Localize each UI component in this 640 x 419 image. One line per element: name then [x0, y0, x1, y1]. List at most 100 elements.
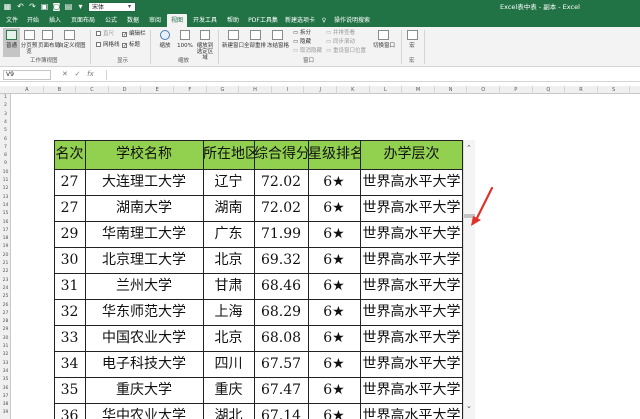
row-header[interactable]: 18 — [0, 235, 11, 243]
row-header[interactable]: 34 — [0, 368, 11, 376]
new-window-icon[interactable] — [228, 30, 239, 40]
scroll-down-icon[interactable]: ⌄ — [466, 402, 472, 410]
fx-icon[interactable]: fx — [87, 70, 94, 78]
page-layout-icon[interactable] — [42, 30, 53, 40]
row-header[interactable]: 4 — [0, 119, 11, 127]
macro-button[interactable]: 宏 — [403, 43, 421, 49]
enter-icon[interactable]: ✓ — [75, 70, 81, 78]
column-header[interactable]: F — [174, 86, 207, 94]
row-header[interactable]: 7 — [0, 144, 11, 152]
row-header[interactable]: 8 — [0, 152, 11, 160]
redo-icon[interactable]: ↷ — [28, 2, 37, 11]
row-header[interactable]: 12 — [0, 185, 11, 193]
tab-file[interactable]: 文件 — [4, 14, 20, 27]
row-header[interactable]: 25 — [0, 293, 11, 301]
row-header[interactable]: 38 — [0, 401, 11, 409]
tab-formulas[interactable]: 公式 — [102, 14, 120, 27]
column-header[interactable]: H — [239, 86, 272, 94]
unhide-button[interactable]: ▭ 取消隐藏 — [293, 48, 322, 54]
row-header[interactable]: 3 — [0, 111, 11, 119]
formula-bar-checkbox[interactable]: ✓ 编辑栏 — [122, 31, 146, 38]
column-header[interactable]: J — [304, 86, 337, 94]
tab-review[interactable]: 审阅 — [146, 14, 164, 27]
headings-checkbox[interactable]: ✓ 标题 — [122, 42, 140, 49]
sync-scroll-button[interactable]: ▭ 同步滚动 — [326, 39, 355, 45]
name-box[interactable]: V9 — [3, 70, 51, 80]
row-header[interactable]: 14 — [0, 202, 11, 210]
tab-pdf-tools[interactable]: PDF工具集 — [246, 14, 280, 27]
arrange-all-button[interactable]: 全部重排 — [244, 43, 266, 49]
formula-input[interactable] — [106, 70, 636, 80]
row-header[interactable]: 19 — [0, 243, 11, 251]
hide-button[interactable]: ▭ 隐藏 — [293, 39, 311, 45]
page-layout-button[interactable]: 页面布局 — [38, 43, 60, 49]
zoom-100-icon[interactable] — [180, 30, 190, 40]
row-header[interactable]: 6 — [0, 136, 11, 144]
save-icon[interactable]: ▣ — [40, 2, 49, 11]
column-header[interactable]: R — [565, 86, 598, 94]
column-header[interactable]: Q — [533, 86, 566, 94]
row-header[interactable]: 39 — [0, 409, 11, 417]
row-header[interactable]: 9 — [0, 160, 11, 168]
column-header[interactable]: G — [207, 86, 240, 94]
row-header[interactable]: 11 — [0, 177, 11, 185]
column-header[interactable]: O — [467, 86, 500, 94]
row-header[interactable]: 16 — [0, 219, 11, 227]
row-header[interactable]: 5 — [0, 127, 11, 135]
freeze-panes-button[interactable]: 冻结窗格 — [266, 43, 290, 49]
row-header[interactable]: 22 — [0, 268, 11, 276]
column-header[interactable]: S — [598, 86, 631, 94]
normal-view-icon[interactable] — [6, 30, 17, 40]
tab-help[interactable]: 帮助 — [224, 14, 242, 27]
lightbulb-icon[interactable]: ♀ — [320, 14, 328, 27]
row-header[interactable]: 26 — [0, 302, 11, 310]
camera-icon[interactable]: ◙ — [52, 2, 61, 11]
ruler-checkbox[interactable]: 直尺 — [96, 31, 114, 37]
gridlines-check[interactable] — [96, 42, 101, 47]
row-header[interactable]: 13 — [0, 194, 11, 202]
tab-new-tab[interactable]: 新建选项卡 — [283, 14, 317, 27]
column-header[interactable]: B — [44, 86, 77, 94]
switch-window-icon[interactable] — [378, 30, 389, 40]
tab-view[interactable]: 视图 — [167, 14, 187, 27]
tab-data[interactable]: 数据 — [124, 14, 142, 27]
formula-bar-check[interactable]: ✓ — [122, 32, 127, 38]
row-header[interactable]: 2 — [0, 102, 11, 110]
freeze-panes-icon[interactable] — [272, 30, 283, 40]
column-header[interactable]: P — [500, 86, 533, 94]
tab-developer[interactable]: 开发工具 — [190, 14, 220, 27]
headings-check[interactable]: ✓ — [122, 43, 127, 49]
row-header[interactable]: 24 — [0, 285, 11, 293]
row-header[interactable]: 33 — [0, 360, 11, 368]
side-by-side-button[interactable]: ▭ 并排查看 — [326, 30, 355, 36]
reset-position-button[interactable]: ▭ 重设窗口位置 — [326, 48, 366, 54]
switch-window-button[interactable]: 切换窗口 — [370, 43, 398, 49]
column-header[interactable]: E — [141, 86, 174, 94]
row-header[interactable]: 21 — [0, 260, 11, 268]
custom-view-button[interactable]: 自定义视图 — [58, 43, 86, 49]
row-header[interactable]: 27 — [0, 310, 11, 318]
arrange-all-icon[interactable] — [250, 30, 261, 40]
tab-home[interactable]: 开始 — [24, 14, 42, 27]
row-header[interactable]: 1 — [0, 94, 11, 102]
row-header[interactable]: 30 — [0, 335, 11, 343]
row-header[interactable]: 36 — [0, 385, 11, 393]
ruler-check[interactable] — [96, 31, 101, 36]
row-header[interactable]: 31 — [0, 343, 11, 351]
cancel-icon[interactable]: ✕ — [62, 70, 68, 78]
row-header[interactable]: 32 — [0, 351, 11, 359]
row-header[interactable]: 29 — [0, 326, 11, 334]
new-window-button[interactable]: 新建窗口 — [222, 43, 244, 49]
normal-view-button[interactable]: 普通 — [3, 43, 20, 49]
ranking-table-picture[interactable]: 名次 学校名称 所在地区 综合得分 星级排名 办学层次 27 大连理工大学 辽宁 72.02 6★ 世… — [54, 140, 463, 419]
form-icon[interactable]: ▤ — [64, 2, 73, 11]
chevron-down-icon[interactable]: ▾ — [128, 2, 131, 12]
row-header[interactable]: 28 — [0, 318, 11, 326]
column-header[interactable]: K — [337, 86, 370, 94]
column-header[interactable]: A — [11, 86, 44, 94]
macro-icon[interactable] — [407, 30, 418, 40]
page-break-icon[interactable] — [24, 30, 35, 40]
row-header[interactable]: 37 — [0, 393, 11, 401]
page-break-button[interactable]: 分页预览 — [20, 43, 38, 55]
tell-me-search[interactable]: 操作说明搜索 — [330, 14, 374, 27]
